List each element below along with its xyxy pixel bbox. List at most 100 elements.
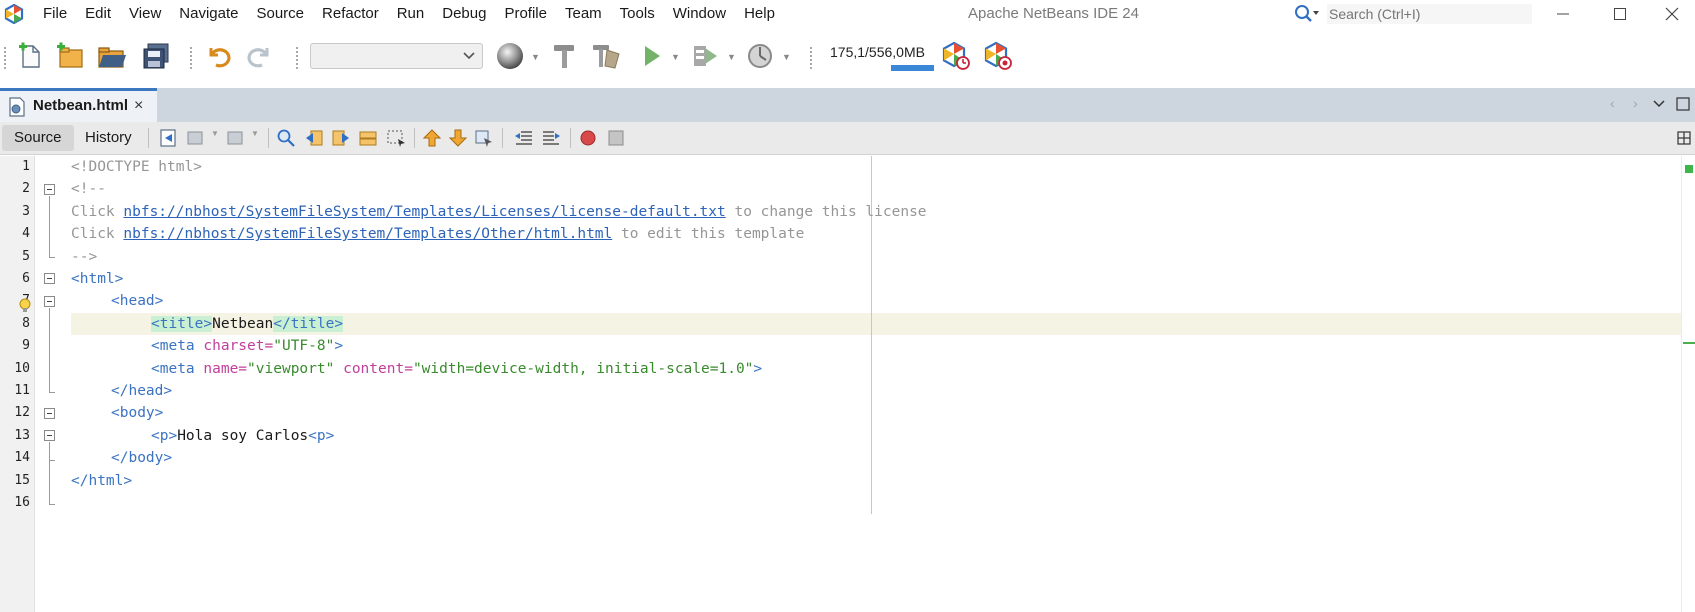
license-link[interactable]: nbfs://nbhost/SystemFileSystem/Templates… — [123, 204, 725, 220]
no-errors-indicator[interactable] — [1685, 165, 1693, 173]
previous-bookmark-icon[interactable] — [422, 128, 442, 148]
new-file-button[interactable] — [14, 40, 46, 72]
code-editor[interactable]: 1 2 3 4 5 6 7 8 9 10 11 12 13 14 15 16 — [0, 156, 1695, 612]
last-edit-icon[interactable] — [158, 128, 178, 148]
find-selection-icon[interactable] — [276, 128, 296, 148]
build-button[interactable] — [548, 40, 580, 72]
back-icon[interactable] — [186, 128, 206, 148]
forward-dropdown-arrow-icon[interactable]: ▼ — [251, 129, 259, 138]
fold-toggle-icon[interactable] — [44, 296, 55, 307]
clean-build-button[interactable] — [590, 40, 622, 72]
fold-toggle-icon[interactable] — [44, 430, 55, 441]
new-project-button[interactable] — [54, 40, 86, 72]
text-token: Hola soy Carlos — [177, 427, 309, 444]
current-line-marker[interactable] — [1683, 342, 1695, 344]
toggle-highlight-search-icon[interactable] — [358, 128, 378, 148]
toggle-bookmark-icon[interactable] — [474, 128, 494, 148]
save-all-button[interactable] — [140, 40, 172, 72]
split-editor-icon[interactable] — [1677, 131, 1691, 145]
project-configuration-select[interactable] — [310, 43, 483, 69]
menu-file[interactable]: File — [34, 0, 76, 28]
scroll-tabs-right-icon[interactable]: › — [1633, 95, 1638, 111]
menu-view[interactable]: View — [120, 0, 170, 28]
toggle-rectangular-selection-icon[interactable] — [386, 128, 406, 148]
fold-guide — [49, 257, 55, 258]
tag-token: <head> — [111, 293, 164, 310]
menu-items: File Edit View Navigate Source Refactor … — [34, 0, 784, 28]
menu-refactor[interactable]: Refactor — [313, 0, 388, 28]
line-number-gutter: 1 2 3 4 5 6 7 8 9 10 11 12 13 14 15 16 — [0, 156, 35, 612]
code-line-15: </html> — [71, 470, 132, 492]
menu-run[interactable]: Run — [388, 0, 434, 28]
back-dropdown-arrow-icon[interactable]: ▼ — [211, 129, 219, 138]
maximize-button[interactable] — [1597, 0, 1643, 28]
menu-navigate[interactable]: Navigate — [170, 0, 247, 28]
menu-source[interactable]: Source — [247, 0, 313, 28]
next-bookmark-icon[interactable] — [448, 128, 468, 148]
lightbulb-icon[interactable] — [18, 298, 32, 314]
line-number: 6 — [22, 271, 30, 286]
run-button[interactable] — [636, 40, 668, 72]
toolbar-grip[interactable] — [4, 47, 7, 69]
menu-help[interactable]: Help — [735, 0, 784, 28]
menu-tools[interactable]: Tools — [611, 0, 664, 28]
profile-dropdown-arrow-icon[interactable]: ▼ — [782, 43, 792, 71]
fold-toggle-icon[interactable] — [44, 408, 55, 419]
tab-source[interactable]: Source — [2, 125, 74, 151]
undo-icon — [209, 48, 231, 68]
open-project-button[interactable] — [96, 40, 128, 72]
error-stripe[interactable] — [1681, 156, 1695, 612]
profile-ide-icon — [984, 41, 1012, 70]
line-number: 13 — [14, 427, 30, 443]
toolbar-separator — [570, 128, 571, 148]
search-input[interactable] — [1327, 4, 1532, 24]
gc-button[interactable] — [940, 40, 972, 72]
show-opened-documents-icon[interactable] — [1653, 99, 1665, 109]
close-window-button[interactable] — [1649, 0, 1695, 28]
tab-netbean-html[interactable]: Netbean.html × — [0, 88, 157, 122]
fold-toggle-icon[interactable] — [44, 184, 55, 195]
close-tab-icon[interactable]: × — [134, 95, 143, 117]
profile-ide-button[interactable] — [982, 40, 1014, 72]
fold-toggle-icon[interactable] — [44, 273, 55, 284]
minimize-button[interactable] — [1540, 0, 1586, 28]
toolbar-grip[interactable] — [810, 47, 813, 69]
menu-profile[interactable]: Profile — [495, 0, 556, 28]
forward-icon[interactable] — [226, 128, 246, 148]
tab-history[interactable]: History — [73, 125, 144, 151]
template-link[interactable]: nbfs://nbhost/SystemFileSystem/Templates… — [123, 226, 612, 242]
menu-team[interactable]: Team — [556, 0, 611, 28]
menu-edit[interactable]: Edit — [76, 0, 120, 28]
maximize-window-icon[interactable] — [1676, 97, 1690, 111]
toolbar-grip[interactable] — [190, 47, 193, 69]
save-all-icon — [143, 43, 169, 69]
line-number: 16 — [14, 495, 30, 510]
memory-usage-label[interactable]: 175,1/556,0MB — [830, 42, 925, 62]
shift-right-icon[interactable] — [541, 128, 561, 148]
start-macro-recording-icon[interactable] — [578, 128, 598, 148]
search-icon[interactable] — [1293, 3, 1321, 25]
find-previous-icon[interactable] — [304, 128, 324, 148]
tag-token: <html> — [71, 271, 124, 287]
fold-guide — [49, 308, 50, 392]
menu-debug[interactable]: Debug — [433, 0, 495, 28]
find-next-icon[interactable] — [331, 128, 351, 148]
stop-macro-recording-icon[interactable] — [606, 128, 626, 148]
run-dropdown-arrow-icon[interactable]: ▼ — [671, 43, 681, 71]
shift-left-icon[interactable] — [514, 128, 534, 148]
redo-button[interactable] — [244, 40, 276, 72]
code-area[interactable]: <!DOCTYPE html> <!-- Click nbfs://nbhost… — [71, 156, 1675, 612]
toolbar-grip[interactable] — [296, 47, 299, 69]
browser-button[interactable] — [494, 40, 526, 72]
profile-button[interactable] — [744, 40, 776, 72]
netbeans-logo-icon — [4, 4, 24, 24]
run-icon — [645, 46, 660, 66]
scroll-tabs-left-icon[interactable]: ‹ — [1610, 95, 1615, 111]
memory-usage-bar[interactable] — [891, 65, 934, 71]
new-project-icon — [57, 42, 83, 68]
browser-dropdown-arrow-icon[interactable]: ▼ — [531, 43, 541, 71]
menu-window[interactable]: Window — [664, 0, 735, 28]
undo-button[interactable] — [202, 40, 234, 72]
debug-button[interactable] — [690, 40, 722, 72]
debug-dropdown-arrow-icon[interactable]: ▼ — [727, 43, 737, 71]
